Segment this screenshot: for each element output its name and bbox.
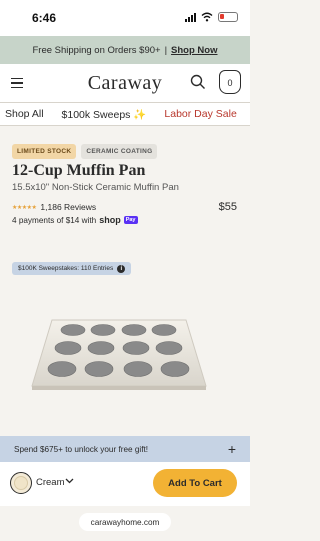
sweepstakes-label: $100K Sweepstakes: 110 Entries (18, 265, 114, 272)
sweepstakes-badge[interactable]: $100K Sweepstakes: 110 Entries i (12, 262, 132, 275)
rating-row[interactable]: ★★★★★ 1,186 Reviews (12, 202, 96, 212)
plus-icon[interactable]: + (228, 441, 236, 457)
browser-bar: carawayhome.com (0, 506, 250, 541)
signal-icon (185, 12, 196, 22)
status-bar: 6:46 (0, 0, 250, 36)
nav-item-shop-all[interactable]: Shop All (0, 108, 57, 120)
cart-count: 0 (227, 78, 233, 88)
status-time: 6:46 (32, 11, 57, 25)
promo-bar: Free Shipping on Orders $90+ | Shop Now (0, 36, 250, 64)
reviews-count[interactable]: 1,186 Reviews (40, 202, 96, 212)
url-field[interactable]: carawayhome.com (79, 513, 171, 531)
star-rating-icon: ★★★★★ (12, 204, 37, 211)
color-selector-label[interactable]: Cream (36, 477, 65, 488)
promo-text: Free Shipping on Orders $90+ (32, 44, 161, 56)
product-badges: LIMITED STOCK CERAMIC COATING (12, 144, 158, 159)
product-title: 12-Cup Muffin Pan (12, 162, 146, 179)
product-price: $55 (218, 201, 237, 213)
muffin-pan-image (31, 319, 207, 390)
search-icon[interactable] (190, 74, 206, 90)
free-gift-text: Spend $675+ to unlock your free gift! (14, 444, 149, 454)
shop-pay-pill: Pay (123, 216, 138, 224)
swatch-fill (14, 476, 28, 490)
chevron-down-icon[interactable] (65, 476, 74, 485)
promo-separator: | (164, 44, 168, 56)
info-icon[interactable]: i (117, 264, 126, 273)
add-to-cart-button[interactable]: Add To Cart (153, 469, 237, 497)
battery-icon (218, 12, 238, 22)
site-header: Caraway 0 (0, 64, 250, 102)
logo[interactable]: Caraway (0, 72, 250, 95)
installments-info: 4 payments of $14 with shop Pay (12, 215, 138, 225)
wifi-icon (201, 12, 213, 22)
nav-item-labor-day-sale[interactable]: Labor Day Sale (159, 108, 236, 120)
shop-pay-logo: shop (99, 215, 121, 225)
ceramic-coating-badge: CERAMIC COATING (81, 144, 158, 159)
status-icons (185, 12, 238, 22)
cart-icon[interactable]: 0 (219, 70, 241, 94)
nav-item-sweeps[interactable]: $100k Sweeps ✨ (57, 108, 160, 121)
purchase-bar: Cream Add To Cart (0, 462, 250, 506)
limited-stock-badge: LIMITED STOCK (12, 144, 77, 159)
installments-text: 4 payments of $14 with (12, 215, 97, 225)
shop-now-link[interactable]: Shop Now (171, 45, 217, 56)
product-subtitle: 15.5x10" Non-Stick Ceramic Muffin Pan (12, 182, 179, 193)
color-swatch[interactable] (10, 472, 32, 494)
free-gift-banner[interactable]: Spend $675+ to unlock your free gift! + (0, 436, 250, 462)
category-nav: Shop All $100k Sweeps ✨ Labor Day Sale (0, 102, 250, 126)
